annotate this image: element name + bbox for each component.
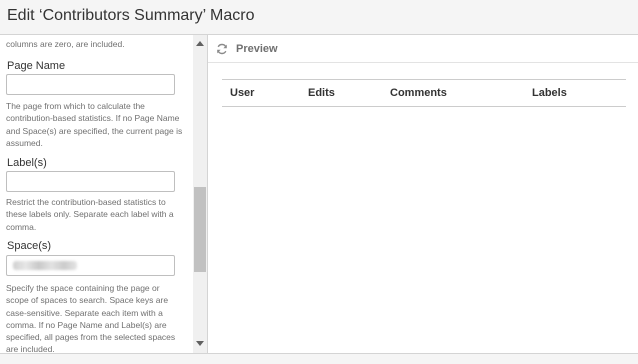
spaces-help: Specify the space containing the page or… [6,283,176,353]
column-header-edits: Edits [300,79,382,107]
panel-divider [207,35,208,353]
table-header-row: User Edits Comments Labels [222,79,626,107]
column-header-user: User [222,79,300,107]
left-panel-scrollbar[interactable] [193,35,207,353]
column-header-comments: Comments [382,79,524,107]
spaces-input[interactable] [6,255,175,276]
labels-help: Restrict the contribution-based statisti… [6,197,174,232]
scroll-up-arrow-icon[interactable] [196,41,204,46]
obscured-space-value [13,261,77,270]
dialog-footer [0,353,638,364]
dialog-title: Edit ‘Contributors Summary’ Macro [7,7,255,24]
top-help-text: columns are zero, are included. [6,39,125,49]
scroll-down-arrow-icon[interactable] [196,341,204,346]
page-name-help: The page from which to calculate the con… [6,101,183,148]
labels-label: Label(s) [7,157,47,169]
page-name-input[interactable] [6,74,175,95]
dialog-header: Edit ‘Contributors Summary’ Macro [0,0,638,35]
macro-parameters-panel[interactable]: columns are zero, are included. Page Nam… [0,35,193,353]
preview-button[interactable]: Preview [236,43,278,55]
spaces-label: Space(s) [7,240,52,252]
column-header-labels: Labels [524,79,626,107]
scroll-thumb[interactable] [194,187,206,272]
refresh-icon[interactable] [216,43,228,55]
preview-header: Preview [208,35,638,63]
page-name-label: Page Name [7,60,66,72]
contributors-summary-table: User Edits Comments Labels [222,79,626,107]
labels-input[interactable] [6,171,175,192]
